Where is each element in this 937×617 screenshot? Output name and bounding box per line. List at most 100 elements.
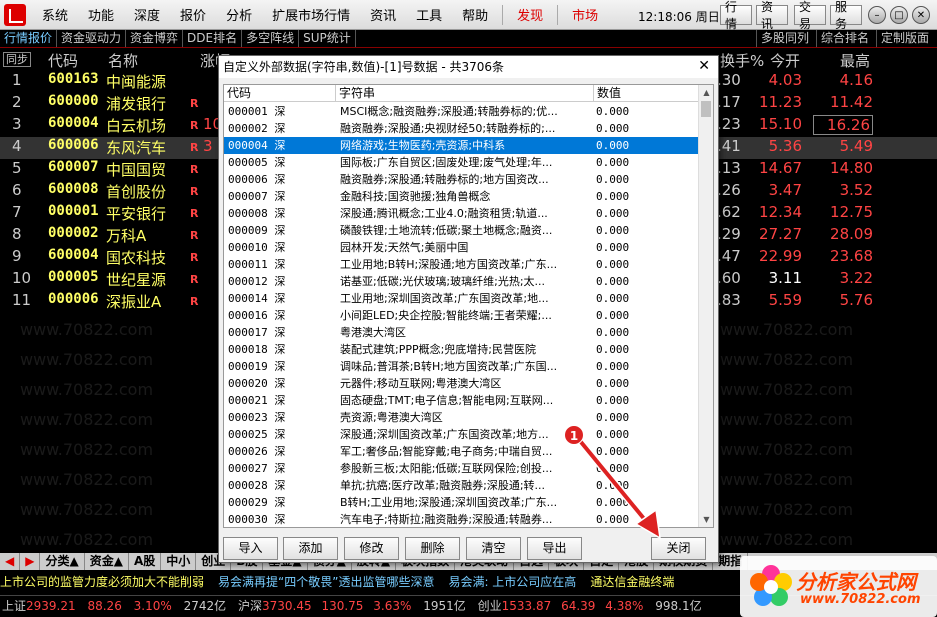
menu-discover[interactable]: 发现 [507, 5, 553, 24]
item-code: 000026 深 [228, 445, 286, 458]
tab-multi-stock[interactable]: 多股同列 [756, 30, 813, 47]
col-turnover[interactable]: 换手% [720, 50, 764, 71]
scroll-down-icon[interactable]: ▼ [699, 512, 713, 527]
menu-news[interactable]: 资讯 [360, 5, 406, 24]
list-item[interactable]: 000021 深 固态硬盘;TMT;电子信息;智能电网;互联网... 0.000 [224, 392, 700, 409]
minimize-icon[interactable]: – [868, 6, 886, 24]
list-item[interactable]: 000017 深 粤港澳大湾区 0.000 [224, 324, 700, 341]
menu-function[interactable]: 功能 [78, 5, 124, 24]
turnover-value: .47 [717, 247, 741, 265]
item-string: 网络游戏;生物医药;壳资源;中科系 [340, 139, 506, 152]
dialog-close-icon[interactable]: ✕ [698, 58, 710, 74]
list-item[interactable]: 000010 深 园林开发;天然气;美丽中国 0.000 [224, 239, 700, 256]
col-code[interactable]: 代码 [48, 50, 78, 71]
turnover-value: .83 [717, 291, 741, 309]
service-button[interactable]: 服务 [830, 0, 862, 31]
menu-analysis[interactable]: 分析 [216, 5, 262, 24]
list-item[interactable]: 000009 深 磷酸铁锂;土地流转;低碳;聚土地概念;融资... 0.000 [224, 222, 700, 239]
watermark-text: www.70822.com [720, 380, 854, 399]
callout-badge: 1 [564, 425, 584, 445]
sheet-tab[interactable]: 中小 [161, 553, 197, 570]
list-item[interactable]: 000008 深 深股通;腾讯概念;工业4.0;融资租赁;轨道... 0.000 [224, 205, 700, 222]
tab-sup-stats[interactable]: SUP统计 [299, 30, 356, 47]
list-col-string[interactable]: 字符串 [336, 85, 594, 102]
stock-code: 600163 [48, 71, 99, 87]
tab-fund-game[interactable]: 资金博弈 [126, 30, 184, 47]
edit-button[interactable]: 修改 [344, 537, 399, 560]
menu-tools[interactable]: 工具 [406, 5, 452, 24]
quote-button[interactable]: 行情 [720, 0, 752, 31]
list-item[interactable]: 000020 深 元器件;移动互联网;粤港澳大湾区 0.000 [224, 375, 700, 392]
item-code: 000016 深 [228, 309, 286, 322]
sheet-prev-icon[interactable]: ◀ [0, 553, 21, 570]
ticker-headline[interactable]: 通达信金融终端 [590, 575, 674, 589]
ticker-headline[interactable]: 易会满再提“四个敬畏”透出监管哪些深意 [218, 575, 434, 589]
tab-composite-rank[interactable]: 综合排名 [816, 30, 873, 47]
scroll-up-icon[interactable]: ▲ [699, 85, 713, 100]
list-item[interactable]: 000016 深 小间距LED;央企控股;智能终端;王者荣耀;... 0.000 [224, 307, 700, 324]
change-value: 3 [203, 137, 213, 155]
menu-market[interactable]: 市场 [562, 5, 608, 24]
financing-flag: R [190, 229, 199, 242]
sh-value: 2939.21 [26, 599, 76, 613]
list-item[interactable]: 000004 深 网络游戏;生物医药;壳资源;中科系 0.000 [224, 137, 700, 154]
tab-dde-rank[interactable]: DDE排名 [183, 30, 243, 47]
close-button[interactable]: 关闭 [651, 537, 706, 560]
list-item[interactable]: 000019 深 调味品;普洱茶;B转H;地方国资改革;广东国... 0.000 [224, 358, 700, 375]
clear-button[interactable]: 清空 [466, 537, 521, 560]
trade-button[interactable]: 交易 [794, 0, 826, 31]
high-value: 16.26 [813, 115, 873, 135]
list-item[interactable]: 000014 深 工业用地;深圳国资改革;广东国资改革;地... 0.000 [224, 290, 700, 307]
sheet-tab[interactable]: 资金▲ [85, 553, 129, 570]
cy-percent: 4.38% [605, 599, 644, 613]
list-scrollbar[interactable]: ▲ ▼ [698, 85, 713, 527]
dialog-title: 自定义外部数据(字符串,数值)-[1]号数据 - 共3706条 [219, 56, 718, 78]
ticker-headline[interactable]: 易会满: 上市公司应在高 [448, 575, 576, 589]
sheet-tab[interactable]: A股 [129, 553, 162, 570]
list-item[interactable]: 000018 深 装配式建筑;PPP概念;兜底增持;民营医院 0.000 [224, 341, 700, 358]
add-button[interactable]: 添加 [283, 537, 338, 560]
turnover-value: .60 [717, 269, 741, 287]
sheet-next-icon[interactable]: ▶ [20, 553, 41, 570]
stock-name: 深振业A [106, 293, 162, 311]
import-button[interactable]: 导入 [223, 537, 278, 560]
list-item[interactable]: 000006 深 融资融券;深股通;转融券标的;地方国资改... 0.000 [224, 171, 700, 188]
maximize-icon[interactable]: □ [890, 6, 908, 24]
list-item[interactable]: 000002 深 融资融券;深股通;央视财经50;转融券标的;... 0.000 [224, 120, 700, 137]
close-icon[interactable]: ✕ [912, 6, 930, 24]
item-string: 国际板;广东自贸区;固废处理;废气处理;年... [340, 156, 553, 169]
stock-name: 浦发银行 [106, 95, 167, 113]
tab-custom-layout[interactable]: 定制版面 [876, 30, 933, 47]
list-item[interactable]: 000023 深 壳资源;粤港澳大湾区 0.000 [224, 409, 700, 426]
list-item[interactable]: 000012 深 诺基亚;低碳;光伏玻璃;玻璃纤维;光热;太... 0.000 [224, 273, 700, 290]
scroll-thumb[interactable] [701, 101, 711, 117]
sync-toggle[interactable]: 同步 [3, 52, 31, 67]
tab-fund-drive[interactable]: 资金驱动力 [57, 30, 127, 47]
news-button[interactable]: 资讯 [756, 0, 788, 31]
delete-button[interactable]: 删除 [405, 537, 460, 560]
high-value: 5.49 [839, 137, 873, 155]
item-code: 000030 深 [228, 513, 286, 526]
financing-flag: R [190, 207, 199, 220]
menu-quote[interactable]: 报价 [170, 5, 216, 24]
sheet-tab[interactable]: 分类▲ [40, 553, 85, 570]
ticker-headline[interactable]: 上市公司的监管力度必须加大不能削弱 [0, 575, 204, 589]
tab-long-short[interactable]: 多空阵线 [242, 30, 300, 47]
export-button[interactable]: 导出 [527, 537, 582, 560]
list-col-code[interactable]: 代码 [224, 85, 336, 102]
list-item[interactable]: 000005 深 国际板;广东自贸区;固废处理;废气处理;年... 0.000 [224, 154, 700, 171]
tab-quote-list[interactable]: 行情报价 [0, 30, 58, 47]
col-high[interactable]: 最高 [840, 50, 870, 71]
menu-system[interactable]: 系统 [32, 5, 78, 24]
menu-ext-market[interactable]: 扩展市场行情 [262, 5, 360, 24]
list-col-value[interactable]: 数值 [594, 85, 700, 102]
item-string: 元器件;移动互联网;粤港澳大湾区 [340, 377, 502, 390]
list-item[interactable]: 000007 深 金融科技;国资驰援;独角兽概念 0.000 [224, 188, 700, 205]
menu-help[interactable]: 帮助 [452, 5, 498, 24]
col-open[interactable]: 今开 [770, 50, 800, 71]
menu-depth[interactable]: 深度 [124, 5, 170, 24]
list-item[interactable]: 000011 深 工业用地;B转H;深股通;地方国资改革;广东... 0.000 [224, 256, 700, 273]
col-name[interactable]: 名称 [108, 50, 138, 71]
list-item[interactable]: 000001 深 MSCI概念;融资融券;深股通;转融券标的;优... 0.000 [224, 103, 700, 120]
item-string: 单抗;抗癌;医疗改革;融资融券;深股通;转... [340, 479, 546, 492]
